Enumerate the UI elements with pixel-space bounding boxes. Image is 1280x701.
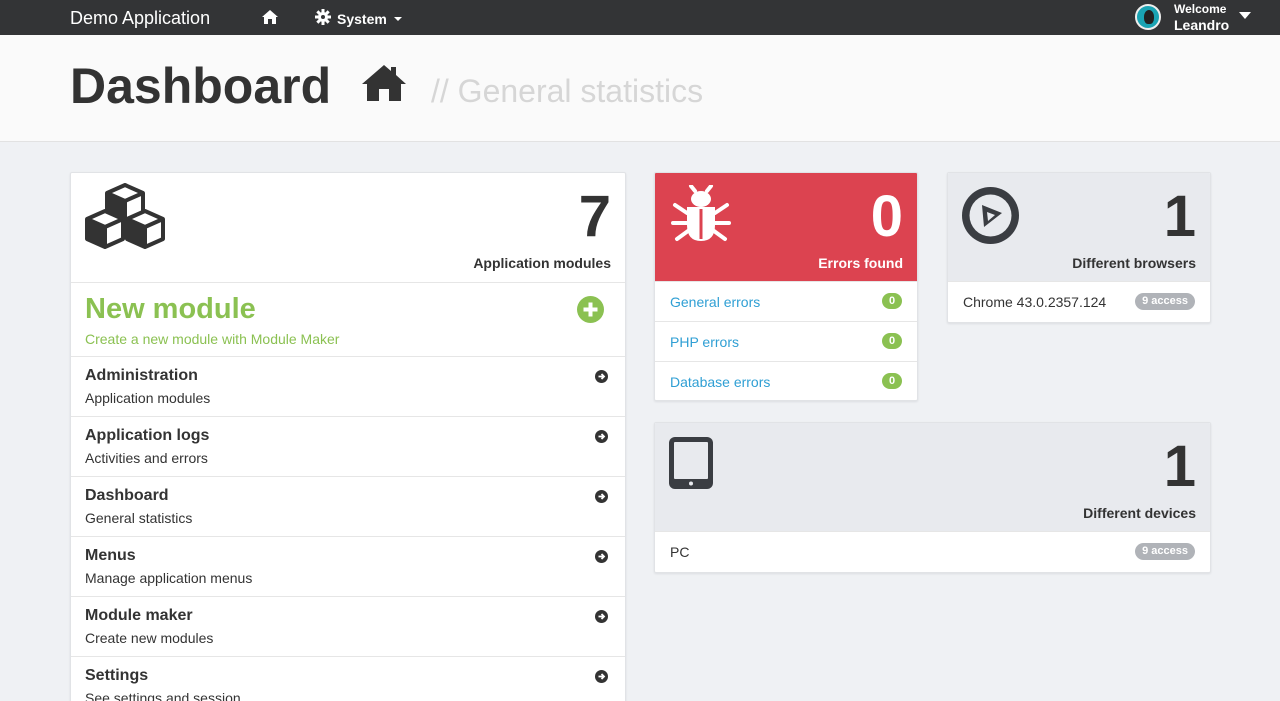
devices-card: 1 Different devices PC 9 access bbox=[654, 422, 1211, 573]
page-subtitle: // General statistics bbox=[431, 73, 704, 109]
module-name: Module maker bbox=[85, 607, 193, 624]
username: Leandro bbox=[1174, 17, 1230, 33]
error-link[interactable]: PHP errors bbox=[670, 334, 739, 350]
error-count-badge: 0 bbox=[882, 373, 902, 389]
home-icon[interactable] bbox=[261, 9, 279, 25]
device-name: PC bbox=[670, 544, 690, 560]
new-module-description: Create a new module with Module Maker bbox=[85, 331, 340, 347]
welcome-text: Welcome bbox=[1174, 2, 1227, 16]
error-row-database[interactable]: Database errors 0 bbox=[655, 362, 917, 400]
avatar bbox=[1135, 4, 1161, 30]
module-description: Application modules bbox=[85, 390, 211, 406]
module-description: Activities and errors bbox=[85, 450, 208, 466]
module-name: Settings bbox=[85, 667, 149, 684]
module-item-dashboard[interactable]: Dashboard General statistics bbox=[71, 477, 625, 537]
arrow-circle-right-icon bbox=[595, 610, 608, 623]
access-badge: 9 access bbox=[1135, 293, 1195, 310]
module-item-administration[interactable]: Administration Application modules bbox=[71, 357, 625, 417]
new-module-title: New module bbox=[85, 293, 256, 325]
device-row: PC 9 access bbox=[655, 532, 1210, 572]
top-navbar: Demo Application System Welcome Leandro bbox=[0, 0, 1280, 35]
devices-count: 1 bbox=[1163, 434, 1196, 499]
chevron-down-icon bbox=[393, 16, 402, 21]
page-header: Dashboard // General statistics bbox=[0, 35, 1280, 142]
module-item-menus[interactable]: Menus Manage application menus bbox=[71, 537, 625, 597]
modules-label: Application modules bbox=[473, 255, 611, 271]
browsers-stat: 1 Different browsers bbox=[948, 173, 1210, 282]
page-title: Dashboard bbox=[70, 58, 332, 114]
errors-label: Errors found bbox=[818, 255, 903, 271]
home-icon bbox=[361, 63, 407, 103]
gear-icon bbox=[315, 9, 331, 28]
compass-icon bbox=[962, 187, 1019, 249]
error-count-badge: 0 bbox=[882, 293, 902, 309]
tablet-icon bbox=[669, 437, 713, 494]
errors-count: 0 bbox=[870, 184, 903, 249]
arrow-circle-right-icon bbox=[595, 670, 608, 683]
error-count-badge: 0 bbox=[882, 333, 902, 349]
devices-label: Different devices bbox=[1083, 505, 1196, 521]
cubes-icon bbox=[85, 183, 165, 254]
module-description: Manage application menus bbox=[85, 570, 253, 586]
error-row-php[interactable]: PHP errors 0 bbox=[655, 322, 917, 362]
browsers-count: 1 bbox=[1163, 184, 1196, 249]
module-name: Dashboard bbox=[85, 487, 169, 504]
error-link[interactable]: General errors bbox=[670, 294, 760, 310]
module-item-application-logs[interactable]: Application logs Activities and errors bbox=[71, 417, 625, 477]
modules-stat: 7 Application modules bbox=[71, 173, 625, 283]
error-row-general[interactable]: General errors 0 bbox=[655, 282, 917, 322]
browser-row: Chrome 43.0.2357.124 9 access bbox=[948, 282, 1210, 322]
errors-card: 0 Errors found General errors 0 PHP erro… bbox=[654, 172, 918, 401]
module-description: See settings and session bbox=[85, 690, 241, 701]
module-name: Menus bbox=[85, 547, 136, 564]
module-description: Create new modules bbox=[85, 630, 214, 646]
arrow-circle-right-icon bbox=[595, 550, 608, 563]
error-link[interactable]: Database errors bbox=[670, 374, 770, 390]
errors-stat: 0 Errors found bbox=[655, 173, 917, 282]
devices-stat: 1 Different devices bbox=[655, 423, 1210, 532]
browsers-label: Different browsers bbox=[1072, 255, 1196, 271]
browser-name: Chrome 43.0.2357.124 bbox=[963, 294, 1107, 310]
module-item-module-maker[interactable]: Module maker Create new modules bbox=[71, 597, 625, 657]
new-module-item[interactable]: New module Create a new module with Modu… bbox=[71, 283, 625, 357]
app-brand[interactable]: Demo Application bbox=[70, 8, 210, 29]
module-description: General statistics bbox=[85, 510, 193, 526]
chevron-down-icon bbox=[1239, 12, 1251, 19]
modules-card: 7 Application modules New module Create … bbox=[70, 172, 626, 701]
user-menu[interactable]: Welcome Leandro bbox=[1135, 3, 1265, 33]
bug-icon bbox=[671, 184, 731, 248]
modules-count: 7 bbox=[578, 184, 611, 249]
browsers-card: 1 Different browsers Chrome 43.0.2357.12… bbox=[947, 172, 1211, 323]
arrow-circle-right-icon bbox=[595, 430, 608, 443]
arrow-circle-right-icon bbox=[595, 370, 608, 383]
plus-circle-icon[interactable] bbox=[577, 296, 604, 328]
module-name: Administration bbox=[85, 367, 198, 384]
system-menu-label: System bbox=[337, 10, 387, 27]
system-menu[interactable]: System bbox=[315, 9, 402, 28]
module-item-settings[interactable]: Settings See settings and session bbox=[71, 657, 625, 701]
arrow-circle-right-icon bbox=[595, 490, 608, 503]
module-name: Application logs bbox=[85, 427, 210, 444]
access-badge: 9 access bbox=[1135, 543, 1195, 560]
